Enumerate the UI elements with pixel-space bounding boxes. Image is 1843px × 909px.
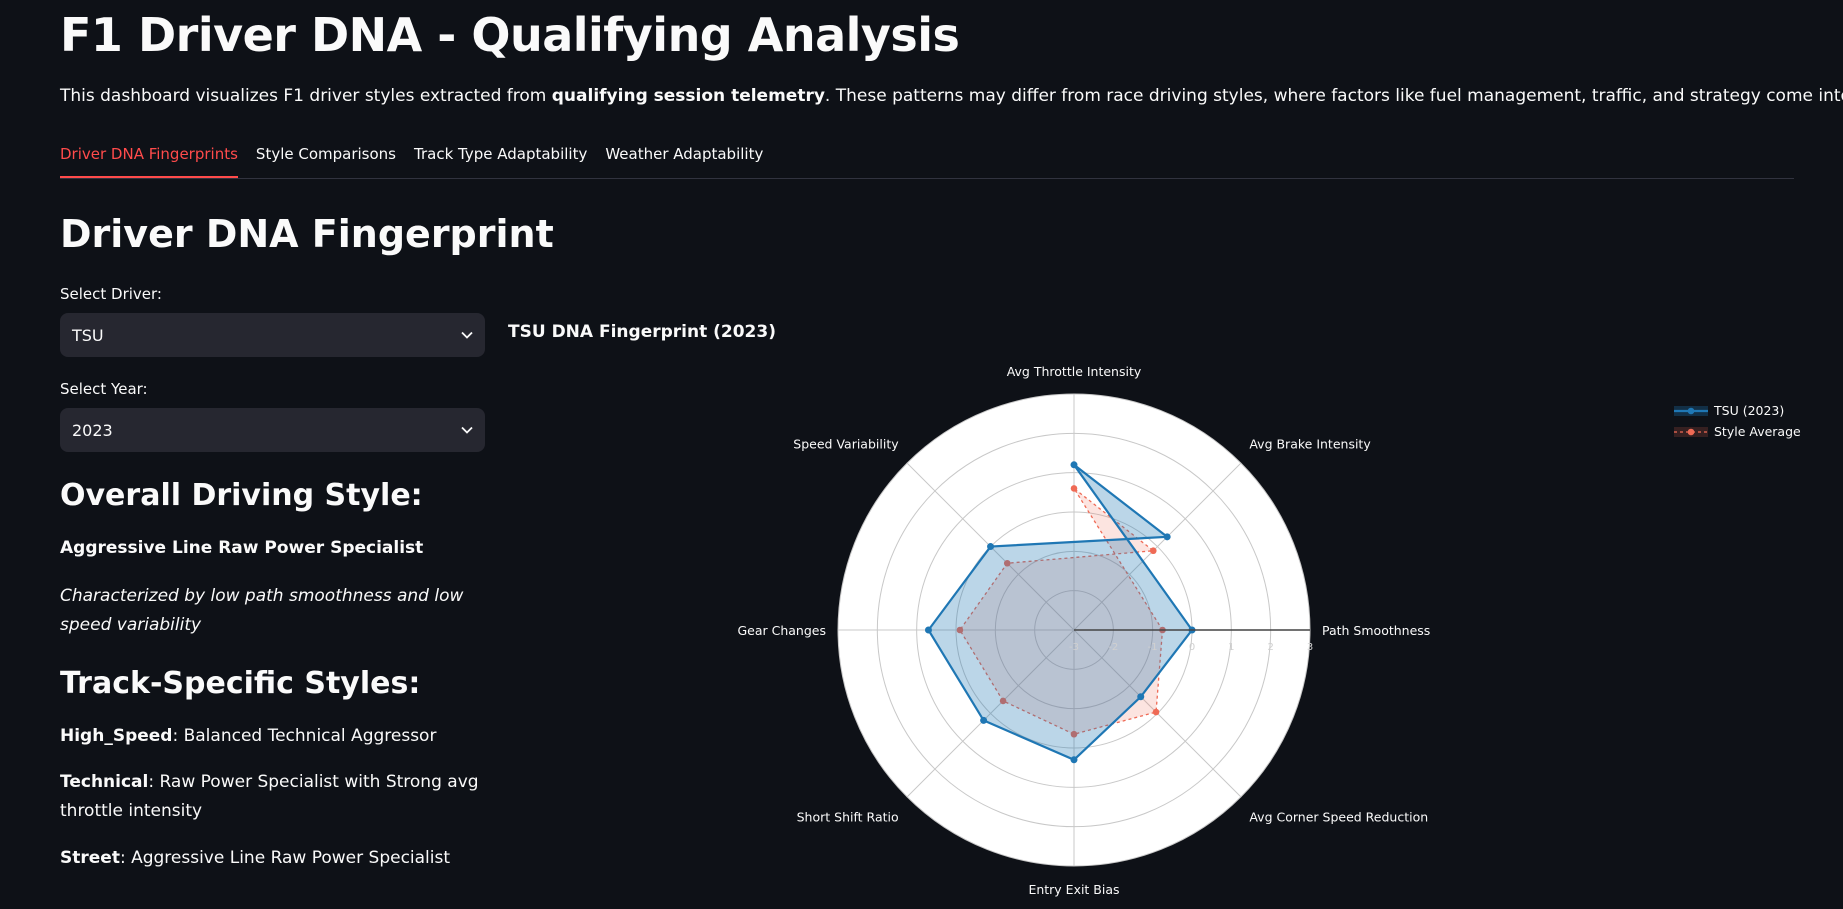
radar-point xyxy=(1149,547,1157,555)
radar-point xyxy=(987,543,995,551)
radar-tick-label: -3 xyxy=(1069,642,1079,653)
radar-axis-label: Avg Corner Speed Reduction xyxy=(1249,809,1428,824)
radar-axis-label: Avg Brake Intensity xyxy=(1249,437,1371,452)
radar-tick-label: -1 xyxy=(1148,642,1158,653)
legend-marker xyxy=(1687,428,1695,436)
radar-point xyxy=(1163,533,1171,541)
radar-axis-label: Entry Exit Bias xyxy=(1028,882,1119,897)
radar-axis-label: Gear Changes xyxy=(737,623,826,638)
radar-chart: -3 -2 -1 0 1 2 3 Path Smoothness Avg Throttle In… xyxy=(737,364,1801,897)
radar-axis-label: Speed Variability xyxy=(793,437,899,452)
radar-tick-label: 0 xyxy=(1189,642,1195,653)
radar-axis-label: Path Smoothness xyxy=(1322,623,1430,638)
radar-tick-label: -2 xyxy=(1108,642,1118,653)
radar-point xyxy=(1137,693,1145,701)
legend-label: TSU (2023) xyxy=(1713,403,1784,418)
radar-point xyxy=(1152,708,1160,716)
radar-axis-label: Short Shift Ratio xyxy=(797,809,899,824)
radar-point xyxy=(1070,756,1078,764)
chart-legend: TSU (2023) Style Average xyxy=(1674,403,1801,439)
radar-tick-label: 1 xyxy=(1228,642,1234,653)
radar-tick-label: 3 xyxy=(1307,642,1313,653)
radar-point xyxy=(1070,485,1078,492)
radar-axis-label: Avg Throttle Intensity xyxy=(1007,364,1142,379)
radar-point xyxy=(924,626,932,634)
legend-marker xyxy=(1687,407,1695,415)
radar-tick-label: 2 xyxy=(1267,642,1273,653)
radar-point xyxy=(980,716,988,724)
legend-label: Style Average xyxy=(1714,424,1801,439)
radar-point xyxy=(1070,461,1078,469)
